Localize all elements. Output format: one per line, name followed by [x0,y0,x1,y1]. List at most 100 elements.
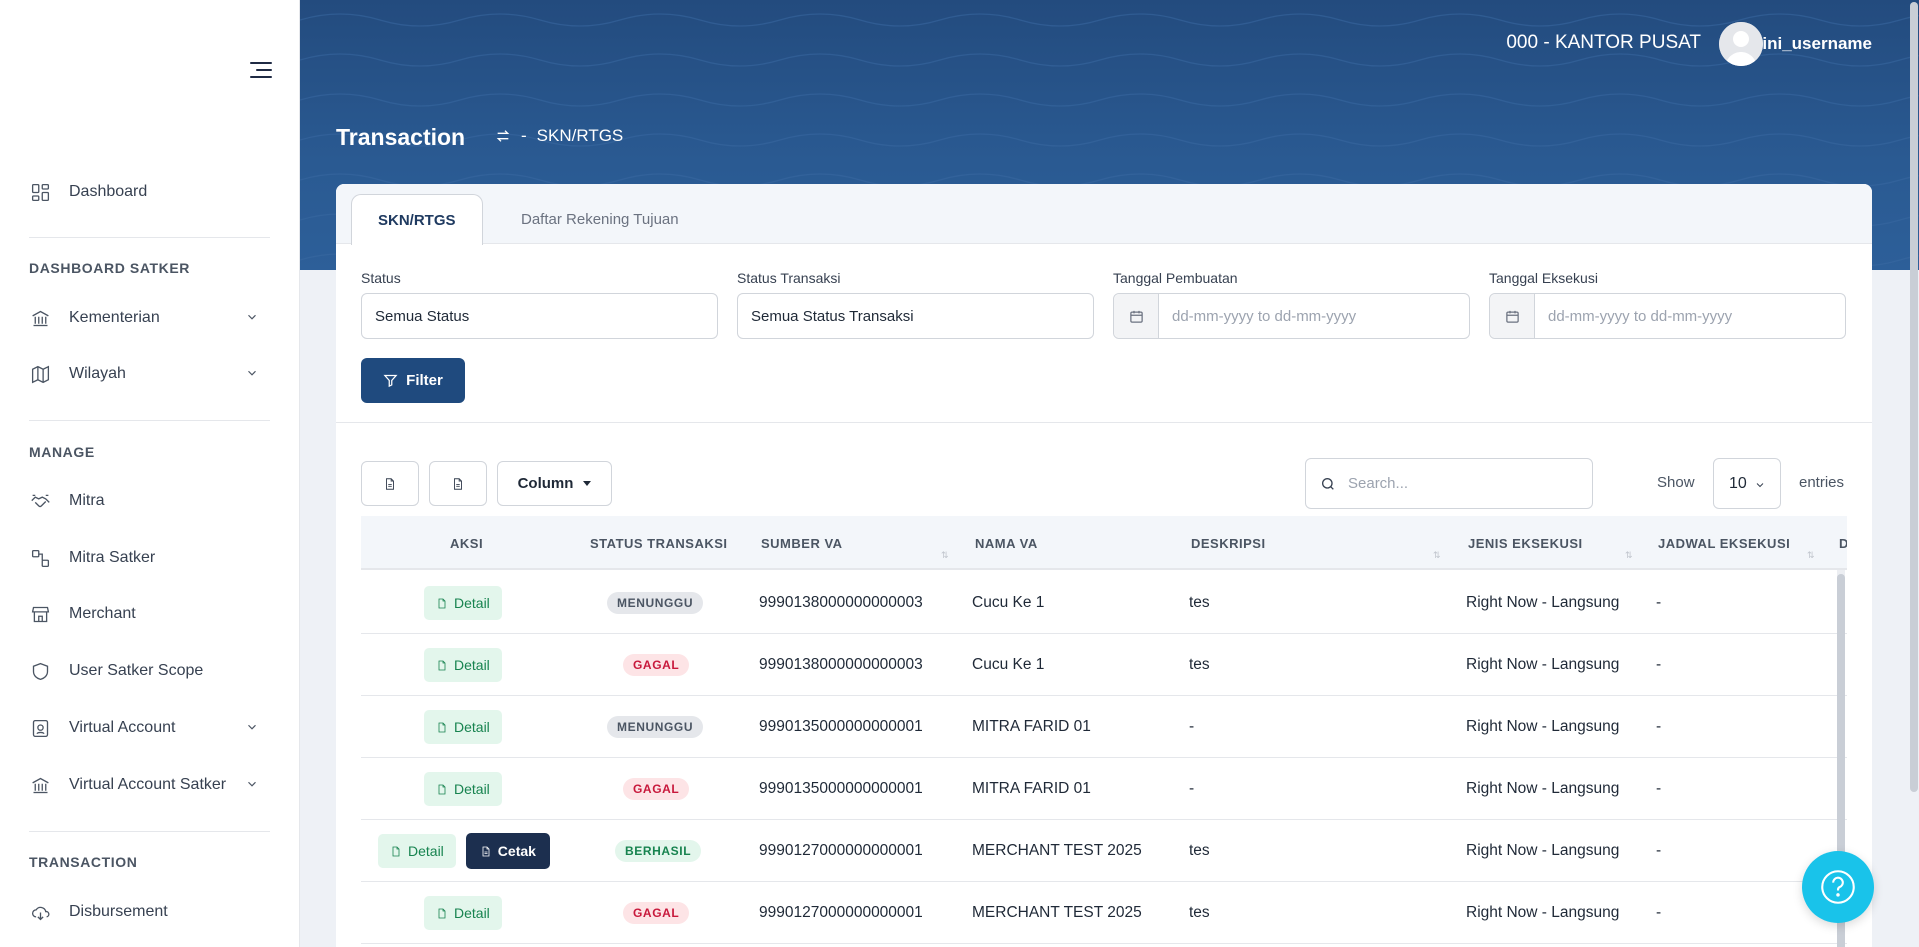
sort-icon: ⇅ [1433,550,1441,560]
sidebar-item-label: Wilayah [69,365,126,382]
tanggal-pembuatan-input[interactable] [1159,294,1459,338]
column-header-nama-va[interactable]: NAMA VA [975,516,1038,570]
status-badge: GAGAL [623,778,690,800]
tanggal-pembuatan-label: Tanggal Pembuatan [1113,270,1238,286]
column-header-jadwal-eksekusi[interactable]: JADWAL EKSEKUSI [1658,516,1790,570]
sidebar-item-dashboard[interactable]: Dashboard [29,172,269,212]
sidebar: Dashboard DASHBOARD SATKER Kementerian W… [0,0,300,947]
entries-label: entries [1799,474,1845,491]
sidebar-item-virtual-account[interactable]: Virtual Account [29,708,269,748]
bank-icon [29,307,51,329]
search-box [1305,458,1593,509]
search-input[interactable] [1348,475,1588,492]
detail-button[interactable]: Detail [424,772,502,806]
jadwal-eksekusi-cell: - [1656,594,1662,611]
main-card: SKN/RTGS Daftar Rekening Tujuan Status S… [336,184,1872,947]
sumber-va-cell: 9990138000000000003 [759,656,923,673]
office-label: 000 - KANTOR PUSAT [1506,32,1701,53]
column-header-status-transaksi[interactable]: STATUS TRANSAKSI [590,516,728,570]
column-header-d[interactable]: D [1839,516,1847,570]
breadcrumb-separator: - [521,126,527,145]
column-header-sumber-va[interactable]: SUMBER VA [761,516,843,570]
avatar[interactable] [1719,22,1763,66]
detail-button-label: Detail [454,905,490,921]
sidebar-item-label: Merchant [69,605,136,622]
file-icon [438,908,446,918]
nama-va-cell: Cucu Ke 1 [972,594,1045,611]
tanggal-eksekusi-input[interactable] [1535,294,1835,338]
scrollbar-thumb[interactable] [1910,2,1918,792]
page-title: Transaction [336,124,466,150]
username[interactable]: ini_username [1762,34,1872,54]
column-dropdown-button[interactable]: Column [497,461,612,506]
jenis-eksekusi-cell: Right Now - Langsung [1466,594,1620,611]
export-excel-button[interactable] [361,461,419,506]
cetak-button[interactable]: Cetak [465,833,550,869]
detail-button-label: Detail [454,595,490,611]
deskripsi-cell: tes [1189,656,1210,673]
question-circle-icon [1821,870,1855,904]
tanggal-eksekusi-field [1489,293,1846,339]
cloud-download-icon [29,901,51,923]
jadwal-eksekusi-cell: - [1656,904,1662,921]
menu-toggle-icon[interactable] [246,60,272,80]
deskripsi-cell: - [1189,718,1195,735]
jadwal-eksekusi-cell: - [1656,780,1662,797]
tab-bar: SKN/RTGS Daftar Rekening Tujuan [336,184,1872,245]
nama-va-cell: MITRA FARID 01 [972,780,1091,797]
breadcrumb: - SKN/RTGS [495,126,623,146]
detail-button[interactable]: Detail [424,648,502,682]
detail-button[interactable]: Detail [424,710,502,744]
breadcrumb-current: SKN/RTGS [536,126,624,145]
detail-button[interactable]: Detail [378,834,456,868]
status-select[interactable]: Semua Status [361,293,718,339]
tab-daftar-rekening-tujuan[interactable]: Daftar Rekening Tujuan [495,194,705,245]
nama-va-cell: Cucu Ke 1 [972,656,1045,673]
export-pdf-button[interactable] [429,461,487,506]
file-icon [386,477,394,490]
table-row: Detail Cetak BERHASIL 999012700000000000… [361,820,1847,882]
jenis-eksekusi-cell: Right Now - Langsung [1466,780,1620,797]
sidebar-item-kementerian[interactable]: Kementerian [29,298,269,338]
help-button[interactable] [1802,851,1874,923]
table-row: Detail GAGAL 9990127000000000001 MERCHAN… [361,882,1847,944]
jadwal-eksekusi-cell: - [1656,842,1662,859]
sidebar-item-merchant[interactable]: Merchant [29,594,269,634]
sort-icon: ⇅ [1807,550,1815,560]
chevron-down-icon [1756,483,1764,488]
detail-button[interactable]: Detail [424,896,502,930]
handshake-icon [29,490,51,512]
sidebar-item-label: Disbursement [69,903,168,920]
file-icon [392,846,400,856]
column-header-deskripsi[interactable]: DESKRIPSI [1191,516,1266,570]
status-transaksi-label: Status Transaksi [737,270,841,286]
page-scrollbar[interactable] [1909,0,1919,947]
file-icon [438,784,446,794]
status-badge: MENUNGGU [607,716,704,738]
sidebar-item-user-satker-scope[interactable]: User Satker Scope [29,651,269,691]
filter-button[interactable]: Filter [361,358,465,403]
filter-button-label: Filter [406,372,443,389]
sidebar-item-mitra[interactable]: Mitra [29,481,269,521]
sidebar-item-virtual-account-satker[interactable]: Virtual Account Satker [29,765,269,805]
tab-skn-rtgs[interactable]: SKN/RTGS [351,194,483,245]
divider [29,237,270,238]
column-header-aksi: AKSI [450,535,484,551]
column-header-jenis-eksekusi[interactable]: JENIS EKSEKUSI [1468,516,1583,570]
section-title-satker: DASHBOARD SATKER [29,260,191,276]
sidebar-item-wilayah[interactable]: Wilayah [29,354,269,394]
calendar-icon[interactable] [1490,294,1535,338]
cetak-button-label: Cetak [497,843,536,859]
search-icon [1322,477,1334,490]
detail-button[interactable]: Detail [424,586,502,620]
jenis-eksekusi-cell: Right Now - Langsung [1466,656,1620,673]
sidebar-item-mitra-satker[interactable]: Mitra Satker [29,538,269,578]
calendar-icon[interactable] [1114,294,1159,338]
page-size-select[interactable]: 10 [1713,458,1781,509]
status-transaksi-select[interactable]: Semua Status Transaksi [737,293,1094,339]
table-row: Detail GAGAL 9990135000000000001 MITRA F… [361,758,1847,820]
jenis-eksekusi-cell: Right Now - Langsung [1466,904,1620,921]
table-row: Detail GAGAL 9990138000000000003 Cucu Ke… [361,634,1847,696]
sidebar-item-disbursement[interactable]: Disbursement [29,892,269,932]
id-badge-icon [29,717,51,739]
